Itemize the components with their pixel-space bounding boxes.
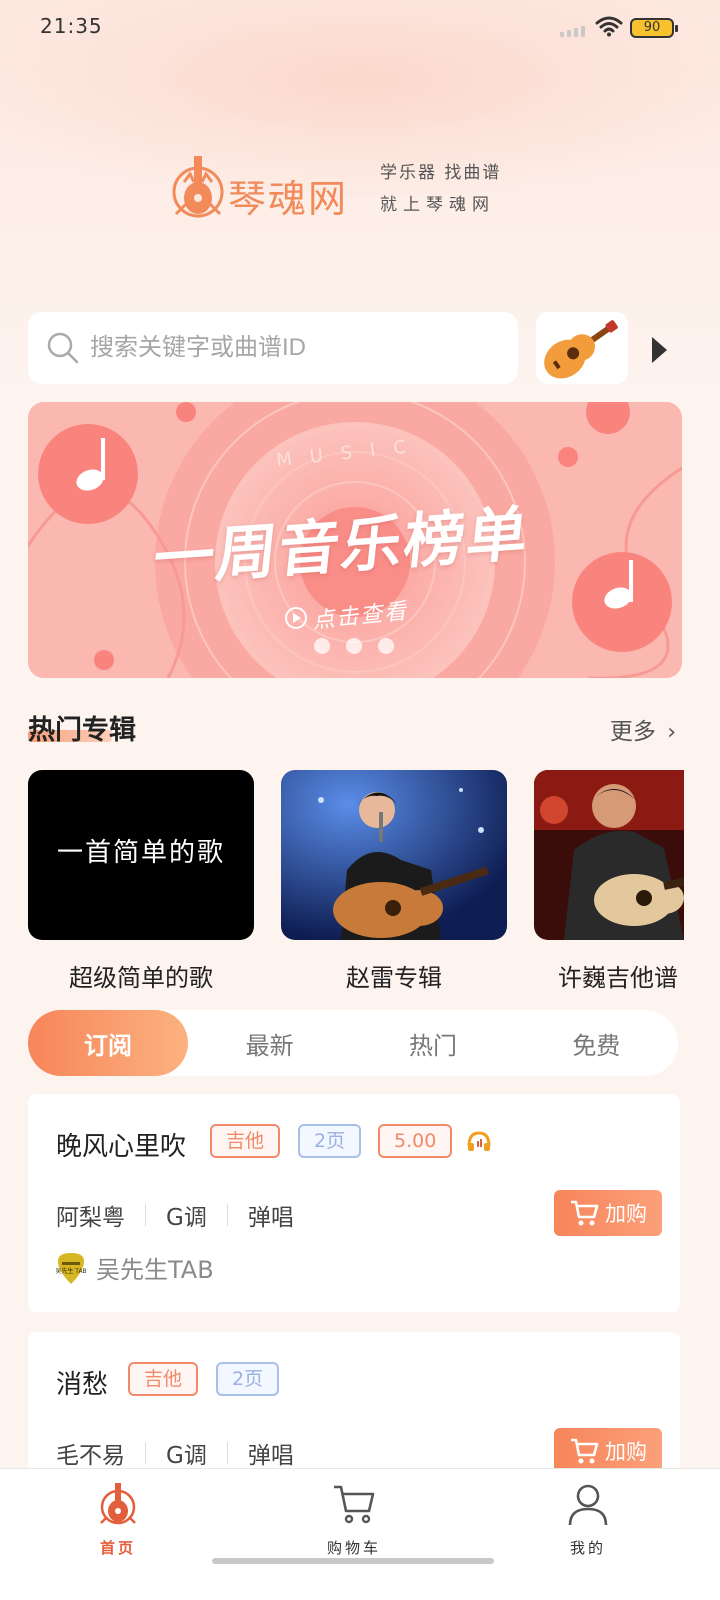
tab-free[interactable]: 免费 [515,1010,678,1076]
cart-icon [571,1200,599,1226]
nav-home[interactable]: 首页 [48,1481,188,1558]
home-logo-icon [100,1483,136,1525]
nav-profile-label: 我的 [569,1539,606,1557]
instrument-tag: 吉他 [128,1362,199,1396]
nav-home-label: 首页 [99,1539,136,1557]
sheet-filter-tabs: 订阅 最新 热门 免费 [28,1010,678,1076]
album-photo [281,770,507,940]
album-card[interactable]: 一首简单的歌 超级简单的歌 [28,770,254,993]
battery-indicator: 90 [630,18,678,38]
hot-albums-header: 热门专辑 更多 › [28,706,682,750]
sheet-author[interactable]: 吴先生 TAB 吴先生TAB [56,1250,214,1285]
guitar-pick-avatar: 吴先生 TAB [56,1252,86,1284]
search-bar[interactable] [28,312,518,384]
status-bar: 21:35 90 [0,0,720,52]
nav-cart[interactable]: 购物车 [284,1481,424,1558]
album-card[interactable]: 赵雷专辑 [281,770,507,993]
brand-slogan-line2: 就上琴魂网 [380,195,495,215]
promo-banner[interactable]: MUSIC 一周音乐榜单 点击查看 [28,402,682,678]
price-tag: 5.00 [378,1124,453,1158]
add-to-cart-button[interactable]: 加购 [554,1190,662,1236]
chevron-right-icon: › [667,720,676,745]
chevron-right-icon[interactable] [652,337,667,363]
sheet-title: 晚风心里吹 [56,1132,187,1162]
brand-logo: 琴魂网 学乐器 找曲谱 就上琴魂网 [170,150,570,230]
instrument-tag: 吉他 [210,1124,281,1158]
album-name: 许巍吉他谱 [558,964,678,992]
album-photo [534,770,684,940]
album-cover-text: 一首简单的歌 [56,838,225,868]
status-time: 21:35 [40,14,103,38]
meta-divider [226,1442,228,1464]
search-input[interactable] [90,334,518,362]
sheet-title: 消愁 [56,1370,109,1400]
sheet-key: G调 [166,1205,207,1231]
nav-cart-label: 购物车 [326,1539,381,1557]
pages-tag: 2页 [298,1124,362,1158]
sheet-artist: 毛不易 [56,1443,125,1469]
banner-dot[interactable] [378,638,394,654]
audio-icon [467,1131,491,1151]
add-to-cart-label: 加购 [605,1440,647,1464]
author-badge-text: 吴先生 TAB [56,1267,86,1275]
sheet-meta: 毛不易 G调 弹唱 [56,1436,294,1470]
home-indicator[interactable] [212,1558,494,1564]
more-link[interactable]: 更多 › [610,712,676,746]
guitar-icon [544,320,618,379]
pages-tag: 2页 [216,1362,280,1396]
sheet-type: 弹唱 [247,1205,294,1231]
more-link-label: 更多 [609,719,656,745]
album-name: 超级简单的歌 [69,964,213,992]
user-icon [568,1484,608,1526]
brand-slogan-line1: 学乐器 找曲谱 [380,163,502,183]
add-to-cart-label: 加购 [605,1202,647,1226]
sheet-type: 弹唱 [247,1443,294,1469]
meta-divider [226,1204,228,1226]
section-title: 热门专辑 [28,715,136,746]
instrument-category-button[interactable] [536,312,628,384]
sheet-meta: 阿梨粤 G调 弹唱 [56,1198,294,1232]
signal-icon [560,26,585,37]
banner-pagination [314,638,394,654]
bottom-navigation: 首页 购物车 我的 [0,1468,720,1600]
sheet-artist: 阿梨粤 [56,1205,125,1231]
search-icon [47,332,79,364]
album-cover [534,770,684,940]
album-cover: 一首简单的歌 [28,770,254,940]
sheet-key: G调 [166,1443,207,1469]
album-name: 赵雷专辑 [346,964,442,992]
cart-icon [334,1485,375,1524]
banner-dot[interactable] [346,638,362,654]
meta-divider [145,1442,146,1464]
brand-logo-icon [172,156,224,218]
cart-icon [571,1438,599,1464]
brand-name: 琴魂网 [228,177,349,221]
author-name: 吴先生TAB [96,1256,214,1284]
banner-dot[interactable] [314,638,330,654]
sheet-card[interactable]: 晚风心里吹 吉他 2页 5.00 阿梨粤 G调 弹唱 加购 吴先生 TAB 吴先… [28,1094,680,1312]
wifi-icon [595,16,623,37]
album-card[interactable]: 许巍吉他谱 [534,770,684,993]
album-cover [281,770,507,940]
tab-latest[interactable]: 最新 [188,1010,351,1076]
tab-subscribe[interactable]: 订阅 [28,1010,188,1076]
nav-profile[interactable]: 我的 [518,1481,658,1558]
tab-hot[interactable]: 热门 [351,1010,514,1076]
meta-divider [145,1204,146,1226]
